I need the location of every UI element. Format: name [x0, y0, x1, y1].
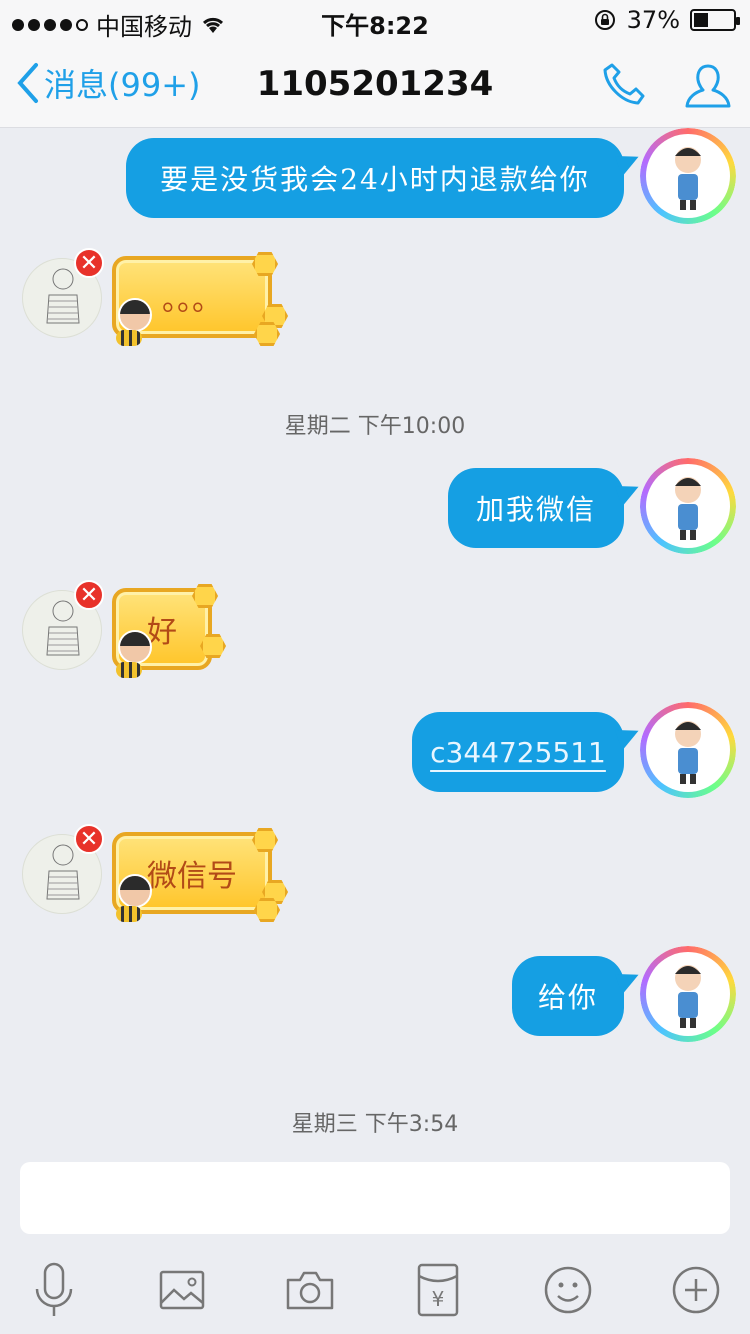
message-bubble-outgoing[interactable]: 加我微信: [448, 468, 624, 548]
message-bubble-outgoing[interactable]: 要是没货我会24小时内退款给你: [126, 138, 624, 218]
camera-button[interactable]: [278, 1258, 342, 1322]
chat-screen: 中国移动 下午8:22 37% 消息(99+) 1105201234 要是没货我…: [0, 0, 750, 1334]
message-text: 给你: [537, 981, 598, 1014]
send-failed-icon[interactable]: ✕: [74, 824, 104, 854]
timestamp: 星期二 下午10:00: [284, 414, 466, 439]
voice-button[interactable]: [22, 1258, 86, 1322]
sketch-person-icon: [46, 600, 80, 656]
image-icon: [159, 1270, 205, 1310]
timestamp: 星期三 下午3:54: [291, 1112, 459, 1137]
more-button[interactable]: [664, 1258, 728, 1322]
send-failed-icon[interactable]: ✕: [74, 248, 104, 278]
battery-icon: [690, 9, 740, 31]
call-button[interactable]: [600, 60, 648, 112]
emoji-button[interactable]: [536, 1258, 600, 1322]
message-text: 微信号: [147, 859, 237, 894]
status-right: 37%: [593, 6, 740, 34]
input-toolbar: ¥: [0, 1248, 750, 1334]
my-avatar[interactable]: [640, 702, 736, 798]
message-bubble-outgoing[interactable]: 给你: [512, 956, 624, 1036]
sender-face-icon: [118, 630, 152, 664]
bee-icon: [116, 662, 142, 678]
cartoon-boy-icon: [675, 477, 701, 540]
message-text: 。。。: [162, 283, 222, 318]
message-text: 要是没货我会24小时内退款给你: [160, 163, 590, 196]
message-input[interactable]: [20, 1162, 730, 1234]
sketch-person-icon: [46, 268, 80, 324]
my-avatar[interactable]: [640, 458, 736, 554]
my-avatar[interactable]: [640, 128, 736, 224]
cartoon-boy-icon: [675, 721, 701, 784]
bee-icon: [116, 906, 142, 922]
cartoon-boy-icon: [675, 965, 701, 1028]
sender-face-icon: [118, 298, 152, 332]
sketch-person-icon: [46, 844, 80, 900]
svg-text:¥: ¥: [432, 1287, 445, 1311]
camera-icon: [286, 1271, 334, 1310]
cartoon-boy-icon: [675, 147, 701, 210]
message-text: 加我微信: [475, 493, 596, 526]
send-failed-icon[interactable]: ✕: [74, 580, 104, 610]
message-bubble-outgoing[interactable]: c344725511: [412, 712, 624, 792]
person-icon: [685, 64, 731, 108]
phone-icon: [603, 63, 645, 105]
photo-button[interactable]: [150, 1258, 214, 1322]
message-text[interactable]: c344725511: [430, 736, 606, 769]
my-avatar[interactable]: [640, 946, 736, 1042]
plus-icon: [672, 1266, 720, 1314]
red-packet-icon: ¥: [417, 1263, 459, 1317]
emoji-icon: [544, 1266, 592, 1314]
microphone-icon: [35, 1262, 73, 1316]
bee-icon: [116, 330, 142, 346]
orientation-lock-icon: [594, 10, 615, 30]
sender-face-icon: [118, 874, 152, 908]
status-bar: 中国移动 下午8:22 37%: [0, 0, 750, 41]
nav-bar: 消息(99+) 1105201234: [0, 40, 750, 128]
red-packet-button[interactable]: ¥: [406, 1258, 470, 1322]
profile-button[interactable]: [682, 60, 734, 116]
battery-percent: 37%: [626, 6, 680, 34]
